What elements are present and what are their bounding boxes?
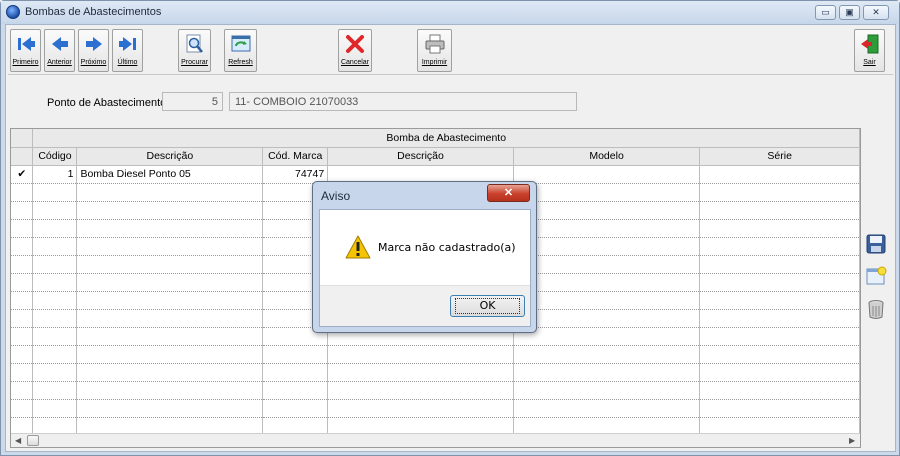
app-icon bbox=[6, 5, 20, 19]
refresh-icon bbox=[231, 35, 250, 52]
dialog-footer: OK bbox=[320, 285, 530, 326]
table-row[interactable] bbox=[11, 399, 860, 418]
last-record-icon bbox=[118, 37, 136, 51]
search-button-label: Procurar bbox=[181, 59, 208, 66]
next-record-icon bbox=[85, 37, 102, 51]
dialog-message: Marca não cadastrado(a) bbox=[378, 241, 516, 254]
close-button[interactable]: ✕ bbox=[863, 5, 889, 20]
table-row[interactable] bbox=[11, 363, 860, 382]
printer-icon bbox=[425, 34, 444, 54]
dialog-title: Aviso bbox=[321, 189, 351, 203]
new-record-icon[interactable] bbox=[865, 265, 887, 287]
cell-serie[interactable] bbox=[699, 165, 860, 184]
scroll-left-icon[interactable]: ◀ bbox=[15, 436, 21, 445]
search-button[interactable]: Procurar bbox=[178, 29, 211, 72]
cell-descricao[interactable]: Bomba Diesel Ponto 05 bbox=[76, 165, 264, 184]
first-button-label: Primeiro bbox=[12, 59, 39, 66]
group-header: Bomba de Abastecimento bbox=[32, 129, 860, 148]
ponto-code-field[interactable]: 5 bbox=[162, 92, 223, 111]
last-button-label: Último bbox=[117, 59, 138, 66]
horizontal-scrollbar[interactable]: ◀ ▶ bbox=[11, 433, 860, 447]
previous-record-icon bbox=[51, 37, 68, 51]
print-button[interactable]: Imprimir bbox=[417, 29, 452, 72]
table-row[interactable] bbox=[11, 381, 860, 400]
row-indicator: ✔ bbox=[11, 165, 34, 184]
save-icon[interactable] bbox=[865, 233, 887, 255]
cell-codigo[interactable]: 1 bbox=[32, 165, 78, 184]
scroll-thumb[interactable] bbox=[27, 435, 39, 446]
search-icon bbox=[186, 34, 203, 53]
col-descricao-marca[interactable]: Descrição bbox=[327, 147, 514, 166]
first-button[interactable]: Primeiro bbox=[10, 29, 41, 72]
delete-icon[interactable] bbox=[865, 298, 887, 320]
print-button-label: Imprimir bbox=[421, 59, 448, 66]
next-button[interactable]: Próximo bbox=[78, 29, 109, 72]
dialog-close-button[interactable]: ✕ bbox=[487, 184, 530, 202]
exit-button-label: Sair bbox=[863, 59, 876, 66]
cancel-button-label: Cancelar bbox=[340, 59, 369, 66]
ponto-label: Ponto de Abastecimento: bbox=[47, 97, 170, 109]
title-bar: Bombas de Abastecimentos ▭ ▣ ✕ bbox=[1, 1, 899, 24]
toolbar: Primeiro Anterior Próximo Último Procura… bbox=[8, 27, 893, 75]
ok-button-label: OK bbox=[454, 298, 521, 314]
col-serie[interactable]: Série bbox=[699, 147, 860, 166]
dialog-body: Marca não cadastrado(a) OK bbox=[319, 209, 531, 327]
warning-dialog: Aviso ✕ Marca não cadastrado(a) OK bbox=[312, 181, 537, 333]
col-modelo[interactable]: Modelo bbox=[513, 147, 701, 166]
indicator-header bbox=[11, 147, 34, 166]
ponto-name-field[interactable]: 11- COMBOIO 21070033 bbox=[229, 92, 577, 111]
scroll-right-icon[interactable]: ▶ bbox=[849, 436, 855, 445]
refresh-button-label: Refresh bbox=[228, 59, 253, 66]
cancel-button[interactable]: Cancelar bbox=[338, 29, 372, 72]
warning-icon bbox=[345, 235, 371, 259]
minimize-button[interactable]: ▭ bbox=[815, 5, 836, 20]
ok-button[interactable]: OK bbox=[450, 295, 525, 317]
previous-button-label: Anterior bbox=[47, 59, 72, 66]
exit-button[interactable]: Sair bbox=[854, 29, 885, 72]
col-codigo[interactable]: Código bbox=[32, 147, 78, 166]
table-row[interactable] bbox=[11, 345, 860, 364]
last-button[interactable]: Último bbox=[112, 29, 143, 72]
next-button-label: Próximo bbox=[80, 59, 107, 66]
grid-corner bbox=[11, 129, 34, 148]
first-record-icon bbox=[17, 37, 35, 51]
previous-button[interactable]: Anterior bbox=[44, 29, 75, 72]
col-descricao[interactable]: Descrição bbox=[76, 147, 264, 166]
cancel-icon bbox=[346, 35, 364, 53]
col-cod-marca[interactable]: Cód. Marca bbox=[262, 147, 329, 166]
window-title: Bombas de Abastecimentos bbox=[25, 6, 162, 18]
exit-icon bbox=[860, 34, 878, 54]
cell-modelo[interactable] bbox=[513, 165, 701, 184]
main-window: Bombas de Abastecimentos ▭ ▣ ✕ Primeiro … bbox=[0, 0, 900, 456]
maximize-button[interactable]: ▣ bbox=[839, 5, 860, 20]
refresh-button[interactable]: Refresh bbox=[224, 29, 257, 72]
